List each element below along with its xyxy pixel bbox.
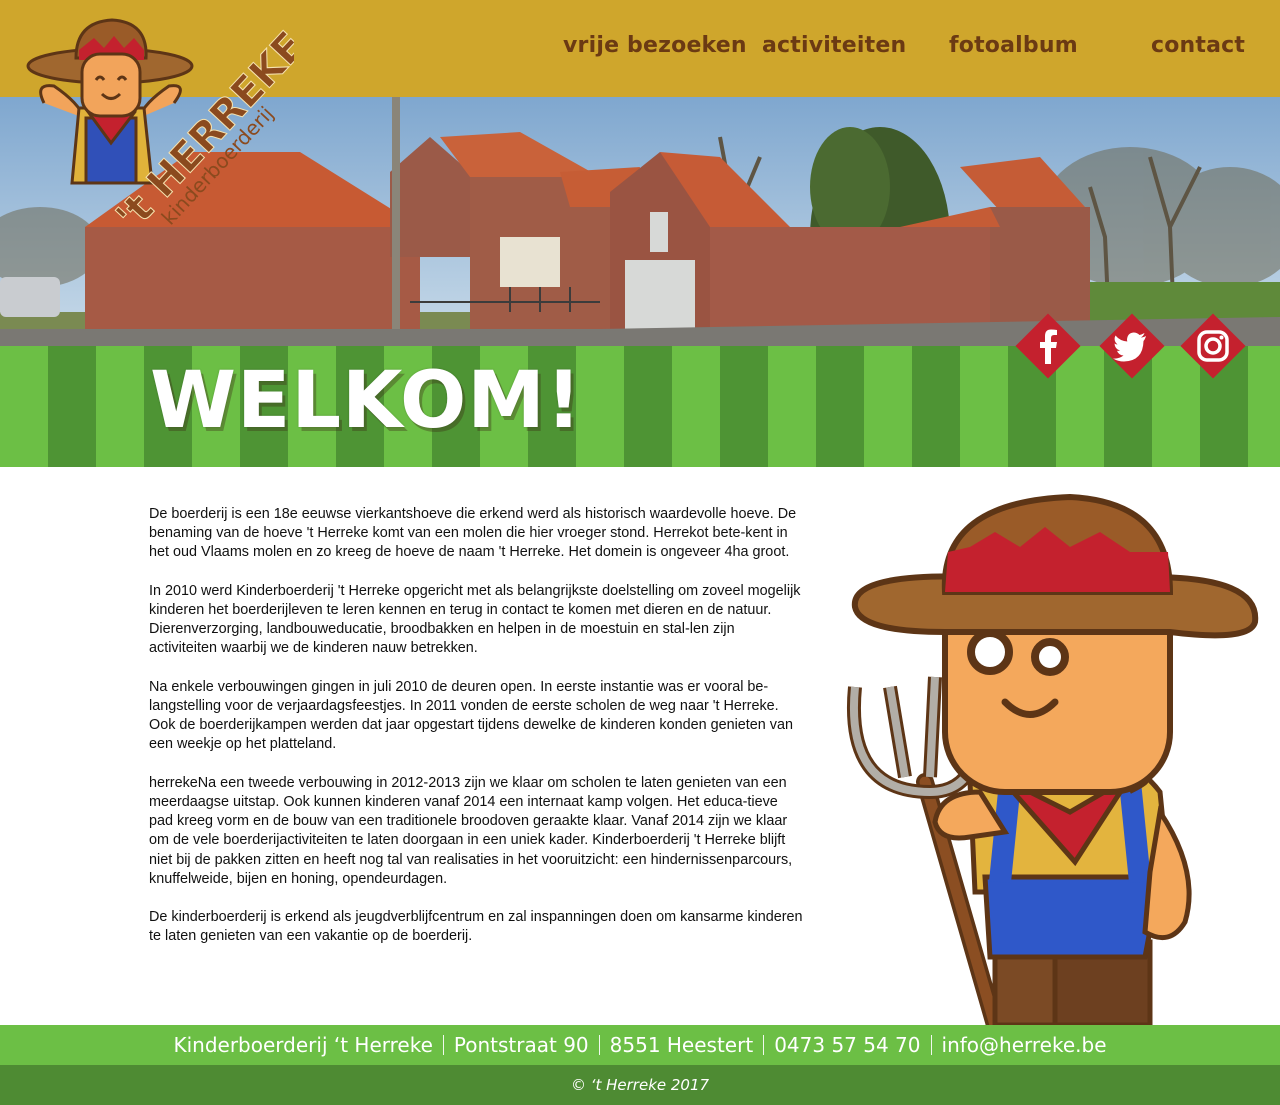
footer-contact: Kinderboerderij ‘t Herreke Pontstraat 90… — [0, 1025, 1280, 1065]
paragraph: Na enkele verbouwingen gingen in juli 20… — [149, 678, 794, 753]
footer-city: 8551 Heestert — [609, 1033, 754, 1057]
site-logo[interactable]: 't HERREKE kinderboerderij — [24, 8, 315, 240]
facebook-link[interactable] — [1015, 313, 1081, 379]
farmer-illustration — [830, 492, 1260, 1034]
paragraph: herrekeNa een tweede verbouwing in 2012-… — [149, 774, 793, 887]
footer-phone[interactable]: 0473 57 54 70 — [774, 1033, 920, 1057]
footer-copyright: © ‘t Herreke 2017 — [0, 1065, 1280, 1105]
copyright-text: © ‘t Herreke 2017 — [570, 1076, 710, 1094]
farmer-mascot-icon — [847, 493, 1259, 1034]
divider — [930, 1035, 932, 1055]
footer-street: Pontstraat 90 — [453, 1033, 589, 1057]
paragraph: De kinderboerderij is erkend als jeugdve… — [149, 909, 803, 945]
nav-vrije-bezoeken[interactable]: vrije bezoeken — [563, 33, 747, 58]
farmer-logo-icon: 't HERREKE kinderboerderij — [26, 18, 315, 240]
nav-contact[interactable]: contact — [1151, 33, 1245, 58]
nav-fotoalbum[interactable]: fotoalbum — [949, 33, 1078, 58]
intro-text: De boerderij is een 18e eeuwse vierkants… — [149, 505, 804, 966]
divider — [442, 1035, 444, 1055]
instagram-link[interactable] — [1180, 313, 1246, 379]
twitter-link[interactable] — [1099, 313, 1165, 379]
page-title: WELKOM! — [150, 356, 583, 446]
paragraph: De boerderij is een 18e eeuwse vierkants… — [149, 506, 797, 561]
footer-name: Kinderboerderij ‘t Herreke — [173, 1033, 433, 1057]
instagram-icon — [1197, 330, 1229, 362]
facebook-icon — [1040, 329, 1057, 364]
paragraph: In 2010 werd Kinderboerderij 't Herreke … — [149, 582, 801, 657]
twitter-icon — [1113, 332, 1146, 362]
nav-activiteiten[interactable]: activiteiten — [762, 33, 906, 58]
divider — [598, 1035, 600, 1055]
footer-email[interactable]: info@herreke.be — [942, 1033, 1107, 1057]
divider — [763, 1035, 765, 1055]
